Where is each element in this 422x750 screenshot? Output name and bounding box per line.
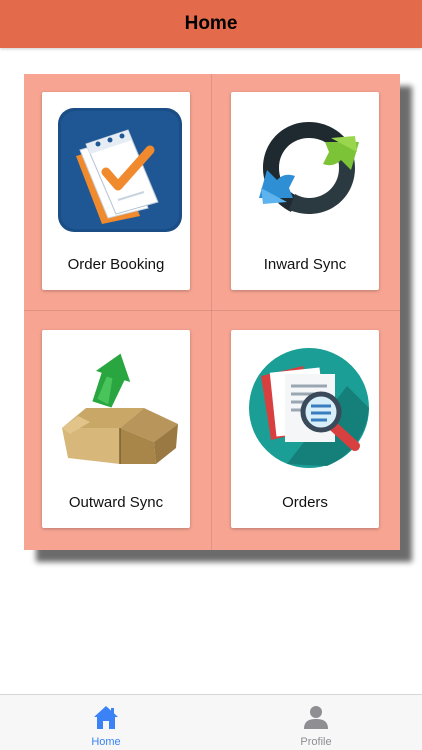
order-booking-tile[interactable]: Order Booking bbox=[42, 92, 190, 290]
outward-sync-label: Outward Sync bbox=[68, 494, 164, 511]
order-booking-label: Order Booking bbox=[67, 256, 165, 273]
grid-divider-horizontal bbox=[24, 310, 400, 311]
tab-bar: Home Profile bbox=[0, 694, 422, 750]
tab-profile[interactable]: Profile bbox=[276, 695, 356, 750]
menu-grid: Order Booking Inward Sync Outward Sync O… bbox=[24, 74, 400, 550]
navigation-bar: Home bbox=[0, 0, 422, 48]
grid-divider-vertical bbox=[211, 74, 212, 550]
orders-tile[interactable]: Orders bbox=[231, 330, 379, 528]
order-booking-icon bbox=[58, 108, 182, 232]
home-icon bbox=[94, 706, 118, 729]
page-title: Home bbox=[184, 13, 238, 34]
profile-icon bbox=[304, 706, 328, 729]
orders-icon bbox=[247, 346, 371, 470]
inward-sync-label: Inward Sync bbox=[263, 256, 347, 273]
inward-sync-tile[interactable]: Inward Sync bbox=[231, 92, 379, 290]
app-screen: Home Order Booking Inward Sync Outward S… bbox=[0, 0, 422, 750]
orders-label: Orders bbox=[282, 494, 328, 511]
tab-home[interactable]: Home bbox=[66, 695, 146, 750]
outward-sync-icon bbox=[58, 346, 182, 470]
tab-home-label: Home bbox=[91, 736, 121, 748]
tab-profile-label: Profile bbox=[300, 736, 332, 748]
inward-sync-icon bbox=[247, 108, 371, 232]
outward-sync-tile[interactable]: Outward Sync bbox=[42, 330, 190, 528]
